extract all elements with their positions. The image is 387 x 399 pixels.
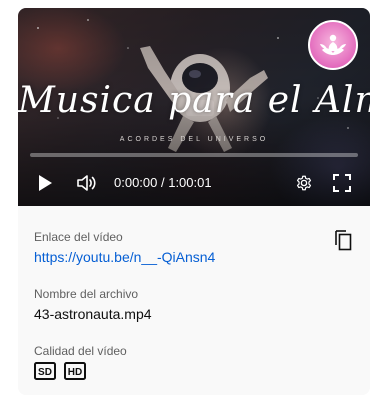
filename-value: 43-astronauta.mp4	[34, 306, 152, 322]
copy-link-button[interactable]	[331, 228, 355, 252]
svg-text:SD: SD	[38, 367, 52, 378]
time-display: 0:00:00 / 1:00:01	[114, 175, 212, 190]
filename-label: Nombre del archivo	[34, 287, 139, 301]
fullscreen-button[interactable]	[329, 168, 355, 198]
video-title-overlay: Musica para el Alma	[18, 80, 370, 121]
play-icon	[39, 175, 52, 191]
settings-button[interactable]	[291, 168, 317, 198]
quality-label: Calidad del vídeo	[34, 344, 127, 358]
lotus-logo-icon	[308, 20, 358, 70]
video-card: Musica para el Alma ACORDES DEL UNIVERSO	[18, 8, 370, 395]
share-info-panel: Enlace del vídeo https://youtu.be/n__-Qi…	[18, 206, 370, 395]
settings-icon	[296, 175, 312, 191]
sd-icon: SD	[34, 362, 56, 380]
quality-hd-option[interactable]: HD	[64, 362, 86, 380]
player-controls: 0:00:00 / 1:00:01	[18, 168, 370, 198]
svg-text:HD: HD	[68, 367, 82, 378]
video-link[interactable]: https://youtu.be/n__-QiAnsn4	[34, 249, 215, 265]
copy-icon	[335, 230, 352, 251]
video-player[interactable]: Musica para el Alma ACORDES DEL UNIVERSO	[18, 8, 370, 206]
quality-sd-option[interactable]: SD	[34, 362, 56, 380]
link-label: Enlace del vídeo	[34, 230, 123, 244]
fullscreen-icon	[333, 174, 351, 192]
video-subtitle-overlay: ACORDES DEL UNIVERSO	[119, 136, 269, 143]
hd-icon: HD	[64, 362, 86, 380]
volume-icon	[77, 175, 96, 191]
volume-button[interactable]	[74, 168, 100, 198]
play-button[interactable]	[32, 168, 58, 198]
progress-bar[interactable]	[30, 153, 358, 157]
